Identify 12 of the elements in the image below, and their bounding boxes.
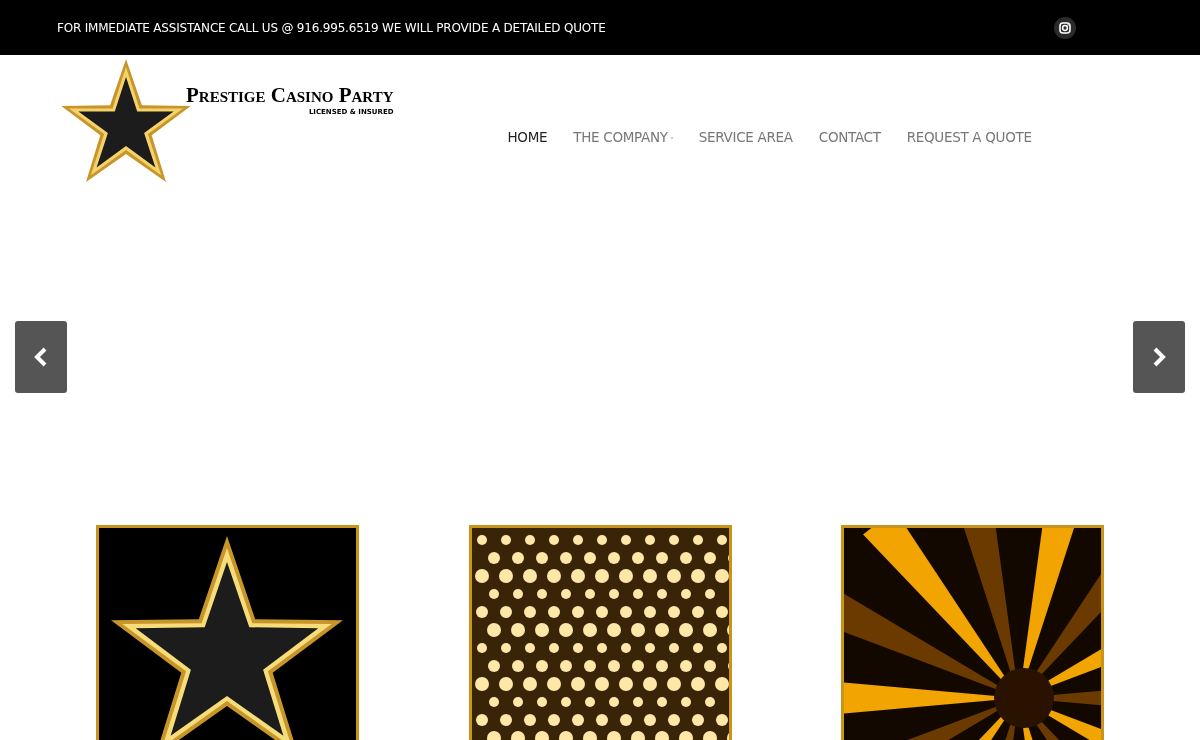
nav-link[interactable]: SERVICE AREA	[698, 129, 793, 145]
next-slide-button[interactable]	[1133, 321, 1185, 393]
brand-name[interactable]: Prestige Casino Party	[186, 83, 394, 108]
instagram-icon[interactable]	[1054, 16, 1076, 39]
chevron-right-icon	[1152, 347, 1166, 367]
nav-link[interactable]: THE COMPANY	[573, 129, 673, 145]
nav-link[interactable]: CONTACT	[818, 129, 881, 145]
chevron-left-icon	[34, 347, 48, 367]
nav-link[interactable]: HOME	[507, 129, 548, 145]
previous-slide-button[interactable]	[15, 321, 67, 393]
nav-link[interactable]: REQUEST A QUOTE	[906, 129, 1032, 145]
assistance-text: FOR IMMEDIATE ASSISTANCE CALL US @ 916.995.6519 WE WILL PROVIDE A DETAILED QUOTE	[57, 20, 606, 35]
